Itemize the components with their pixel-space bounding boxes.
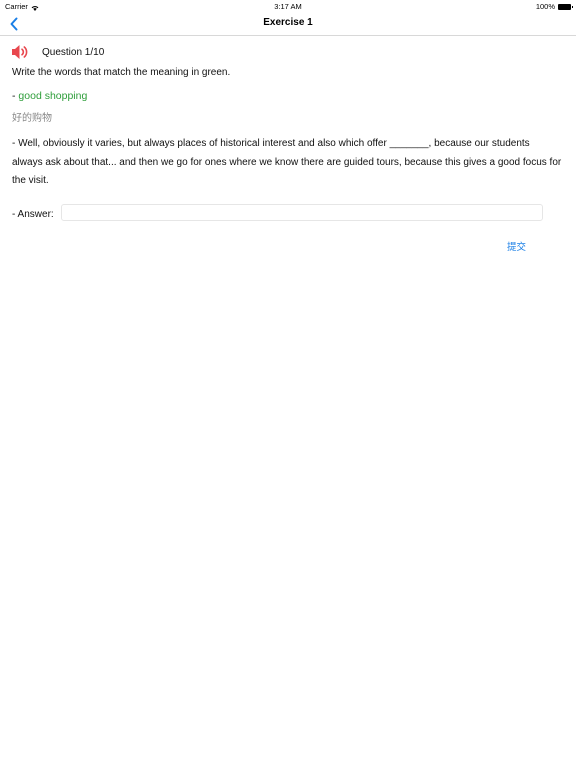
screen: Carrier 3:17 AM 100% Exercise 1 Question… bbox=[0, 0, 576, 768]
battery-icon bbox=[558, 3, 573, 10]
speaker-button[interactable] bbox=[11, 43, 31, 61]
submit-button[interactable]: 提交 bbox=[507, 239, 526, 253]
question-counter: Question 1/10 bbox=[42, 46, 105, 58]
target-meaning: - good shopping bbox=[12, 90, 87, 102]
status-time: 3:17 AM bbox=[274, 2, 302, 11]
translation-text: 好的购物 bbox=[12, 113, 52, 124]
speaker-icon bbox=[12, 45, 28, 59]
nav-title: Exercise 1 bbox=[263, 17, 313, 28]
context-sentence: - Well, obviously it varies, but always … bbox=[12, 138, 562, 186]
status-right: 100% bbox=[535, 2, 573, 11]
answer-label: - Answer: bbox=[12, 209, 54, 220]
question-row: Question 1/10 bbox=[11, 43, 104, 61]
nav-bar: Exercise 1 bbox=[0, 12, 576, 36]
battery-percent: 100% bbox=[535, 2, 555, 11]
answer-input[interactable] bbox=[61, 204, 543, 221]
instruction-text: Write the words that match the meaning i… bbox=[12, 67, 231, 78]
status-bar: Carrier 3:17 AM 100% bbox=[0, 0, 576, 12]
target-meaning-text: good shopping bbox=[18, 90, 88, 102]
